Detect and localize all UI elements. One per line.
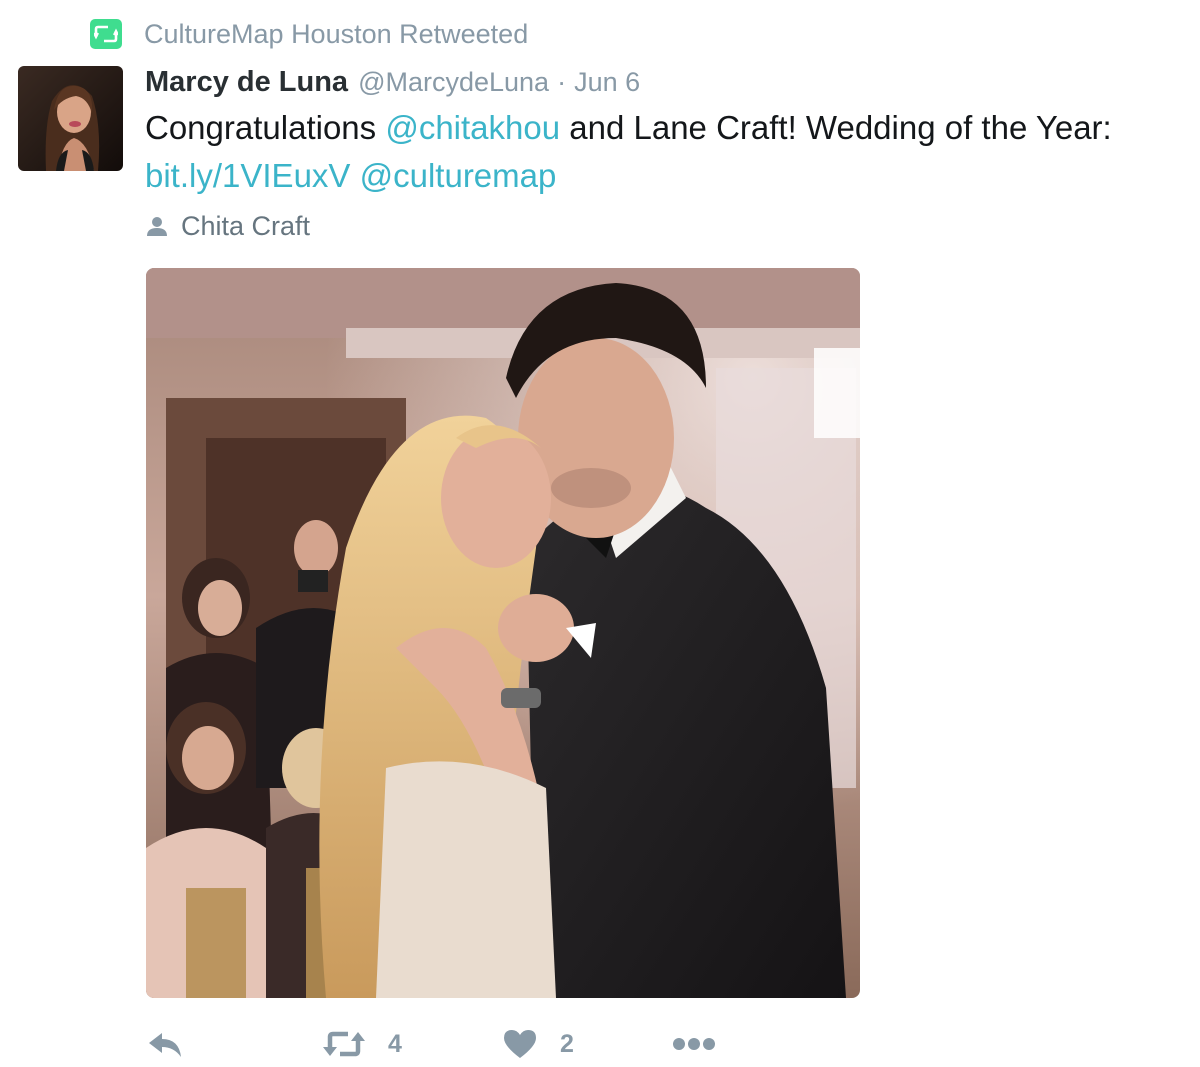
- avatar[interactable]: [18, 66, 123, 171]
- mention-culturemap[interactable]: @culturemap: [360, 157, 557, 194]
- like-count: 2: [560, 1029, 574, 1058]
- tweet-photo[interactable]: [146, 268, 860, 998]
- tweet-text: Congratulations @chitakhou and Lane Craf…: [145, 104, 1195, 200]
- more-dots-icon: [673, 1038, 715, 1050]
- retweet-button[interactable]: 4: [322, 1022, 402, 1066]
- tagged-person-label: Chita Craft: [181, 210, 311, 241]
- tweet-link[interactable]: bit.ly/1VIEuxV: [145, 157, 350, 194]
- tweet-text-segment: Congratulations: [145, 109, 386, 146]
- tweet-text-line-2: bit.ly/1VIEuxV @culturemap: [145, 152, 1195, 200]
- mention-chitakhou[interactable]: @chitakhou: [385, 109, 560, 146]
- tweet-text-segment: [350, 157, 359, 194]
- tweet-actions: 4 2: [146, 1022, 746, 1066]
- tweet-text-line-1: Congratulations @chitakhou and Lane Craf…: [145, 104, 1195, 152]
- heart-icon: [504, 1030, 536, 1058]
- reply-button[interactable]: [146, 1022, 184, 1066]
- like-button[interactable]: 2: [502, 1022, 574, 1066]
- tweet-timestamp[interactable]: Jun 6: [574, 67, 640, 98]
- reply-icon: [149, 1033, 181, 1057]
- tagged-person[interactable]: Chita Craft: [145, 208, 310, 244]
- retweet-icon: [90, 19, 122, 49]
- retweet-count: 4: [388, 1029, 402, 1058]
- person-icon: [147, 217, 167, 236]
- tweet-header: Marcy de Luna @MarcydeLuna · Jun 6: [145, 62, 640, 102]
- retweet-context-label[interactable]: CultureMap Houston Retweeted: [144, 19, 528, 50]
- retweet-icon: [323, 1031, 365, 1057]
- header-separator: ·: [557, 66, 567, 97]
- more-button[interactable]: [672, 1022, 716, 1066]
- author-username[interactable]: @MarcydeLuna: [358, 67, 549, 98]
- tweet-text-segment: and Lane Craft! Wedding of the Year:: [560, 109, 1112, 146]
- author-fullname[interactable]: Marcy de Luna: [145, 66, 348, 99]
- retweet-context: CultureMap Houston Retweeted: [90, 16, 528, 52]
